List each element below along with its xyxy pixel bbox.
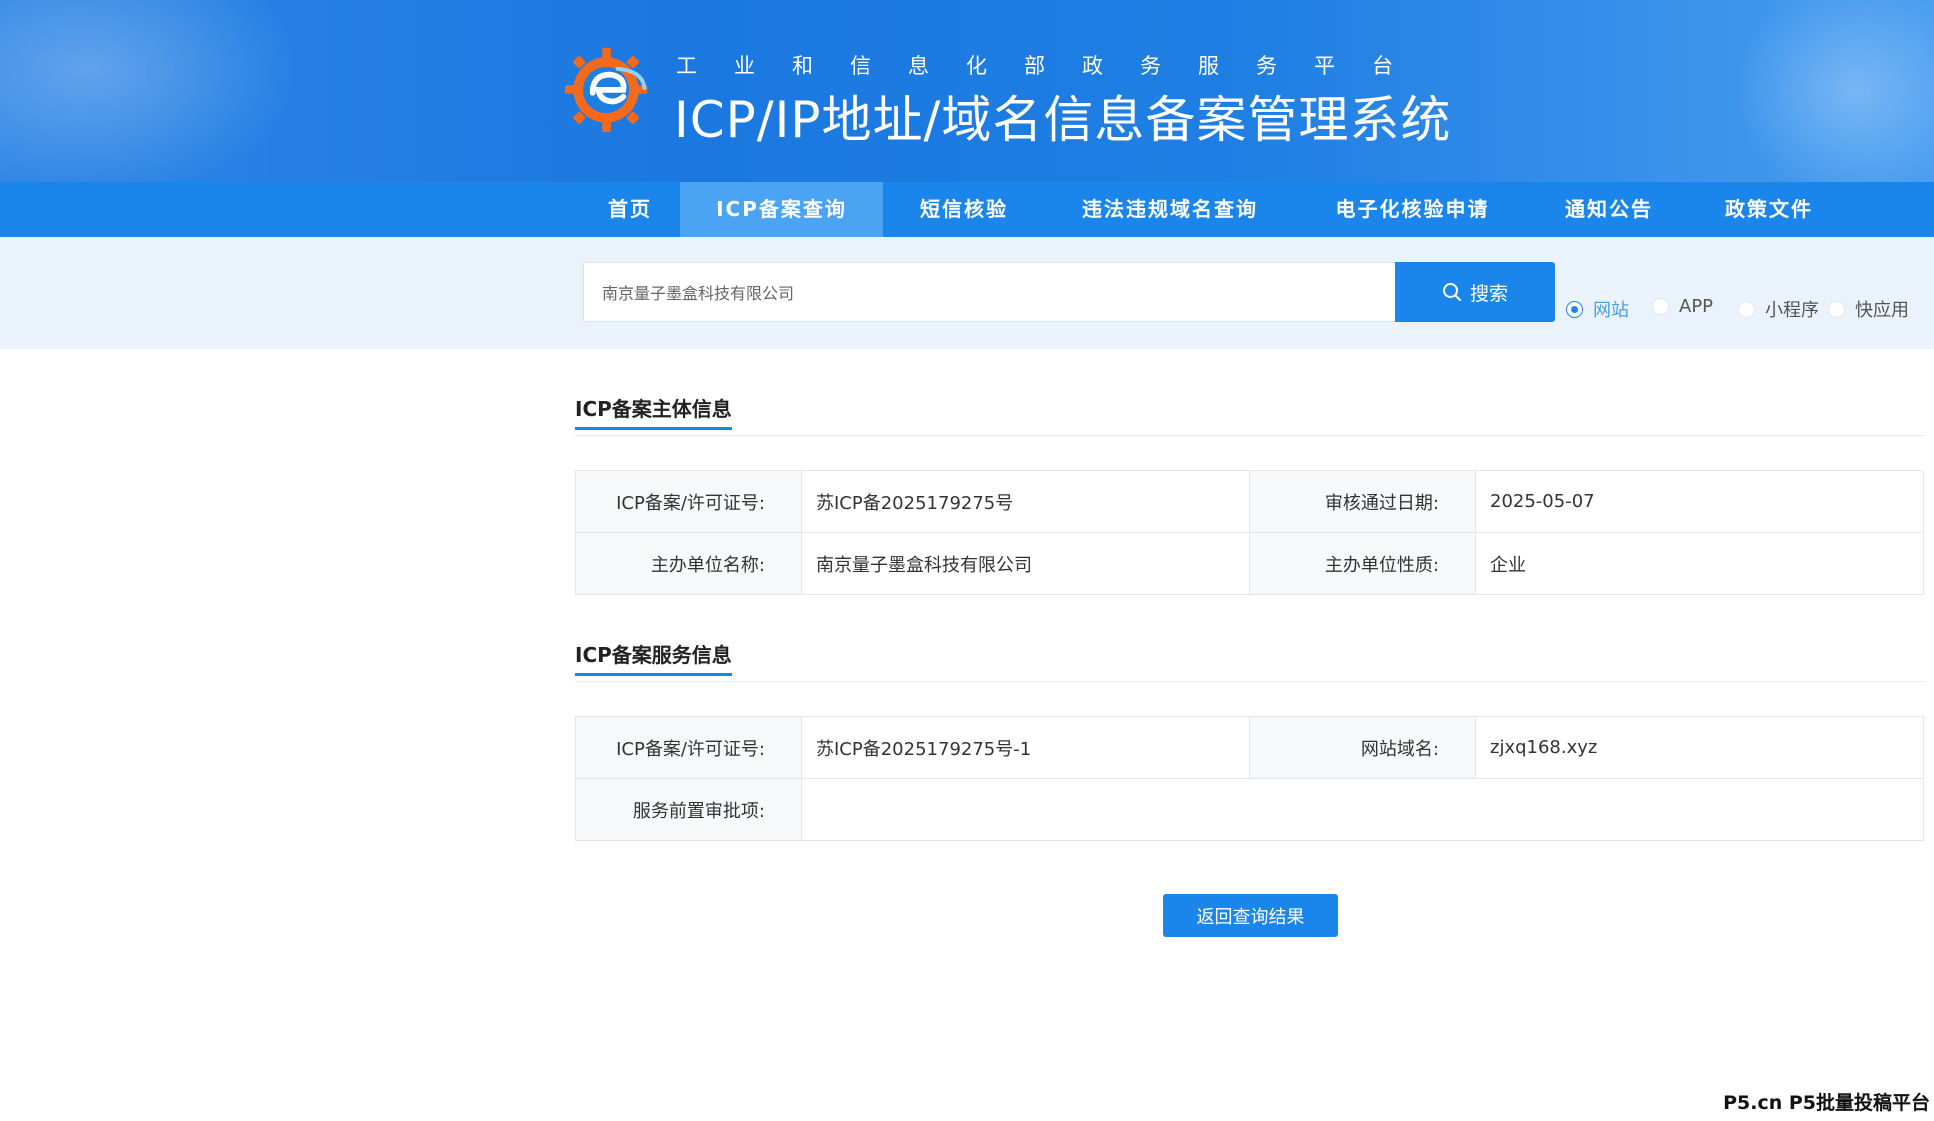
search-icon bbox=[1442, 283, 1461, 301]
radio-website[interactable]: 网站 bbox=[1566, 296, 1629, 322]
sponsor-name-label: 主办单位名称: bbox=[575, 532, 802, 595]
radio-label: 小程序 bbox=[1765, 300, 1819, 321]
nav-home[interactable]: 首页 bbox=[580, 182, 680, 237]
gear-e-logo-icon bbox=[564, 47, 648, 133]
domain-value: zjxq168.xyz bbox=[1475, 716, 1924, 779]
main-nav: 首页 ICP备案查询 短信核验 违法违规域名查询 电子化核验申请 通知公告 政策… bbox=[0, 182, 1934, 237]
header-subtitle: 工业和信息化部政务服务平台 bbox=[676, 54, 1430, 78]
radio-label: 快应用 bbox=[1855, 300, 1909, 321]
search-input[interactable] bbox=[583, 262, 1395, 322]
license-value: 苏ICP备2025179275号 bbox=[801, 470, 1250, 533]
approval-date-label: 审核通过日期: bbox=[1249, 470, 1476, 533]
table-row: ICP备案/许可证号: 苏ICP备2025179275号 审核通过日期: 202… bbox=[575, 470, 1924, 533]
domain-label: 网站域名: bbox=[1249, 716, 1476, 779]
radio-dot-icon bbox=[1652, 298, 1669, 315]
sponsor-type-label: 主办单位性质: bbox=[1249, 532, 1476, 595]
radio-label: 网站 bbox=[1593, 300, 1629, 321]
subject-info-table: ICP备案/许可证号: 苏ICP备2025179275号 审核通过日期: 202… bbox=[575, 470, 1924, 595]
nav-sms-verify[interactable]: 短信核验 bbox=[900, 182, 1028, 237]
table-row: 主办单位名称: 南京量子墨盒科技有限公司 主办单位性质: 企业 bbox=[575, 532, 1924, 595]
radio-app[interactable]: APP bbox=[1652, 296, 1713, 317]
service-license-label: ICP备案/许可证号: bbox=[575, 716, 802, 779]
section-underline bbox=[575, 427, 732, 430]
pre-approval-value bbox=[801, 778, 1924, 841]
license-label: ICP备案/许可证号: bbox=[575, 470, 802, 533]
service-info-title-text: ICP备案服务信息 bbox=[575, 643, 732, 667]
pre-approval-label: 服务前置审批项: bbox=[575, 778, 802, 841]
search-button-label: 搜索 bbox=[1469, 283, 1508, 305]
radio-dot-icon bbox=[1738, 300, 1755, 318]
system-title: ICP/IP地址/域名信息备案管理系统 bbox=[674, 91, 1452, 149]
radio-label: APP bbox=[1679, 296, 1714, 317]
subject-info-title-text: ICP备案主体信息 bbox=[575, 397, 732, 421]
header-glow-left bbox=[0, 0, 300, 182]
sponsor-type-value: 企业 bbox=[1475, 532, 1924, 595]
service-license-value: 苏ICP备2025179275号-1 bbox=[801, 716, 1250, 779]
nav-notices[interactable]: 通知公告 bbox=[1545, 182, 1673, 237]
nav-illegal-domain-query[interactable]: 违法违规域名查询 bbox=[1060, 182, 1280, 237]
table-row: ICP备案/许可证号: 苏ICP备2025179275号-1 网站域名: zjx… bbox=[575, 716, 1924, 779]
nav-policy-files[interactable]: 政策文件 bbox=[1705, 182, 1833, 237]
radio-dot-icon bbox=[1828, 300, 1845, 318]
service-info-table: ICP备案/许可证号: 苏ICP备2025179275号-1 网站域名: zjx… bbox=[575, 716, 1924, 841]
section-underline bbox=[575, 673, 732, 676]
return-results-button[interactable]: 返回查询结果 bbox=[1163, 894, 1338, 937]
sponsor-name-value: 南京量子墨盒科技有限公司 bbox=[801, 532, 1250, 595]
radio-dot-icon bbox=[1566, 300, 1583, 318]
table-row: 服务前置审批项: bbox=[575, 778, 1924, 841]
header-banner: 工业和信息化部政务服务平台 ICP/IP地址/域名信息备案管理系统 bbox=[0, 0, 1934, 182]
section-divider bbox=[575, 681, 1924, 682]
radio-quick-app[interactable]: 快应用 bbox=[1828, 296, 1909, 322]
header-glow-right bbox=[1734, 0, 1934, 182]
search-button[interactable]: 搜索 bbox=[1395, 262, 1555, 322]
radio-mini-program[interactable]: 小程序 bbox=[1738, 296, 1819, 322]
section-divider bbox=[575, 435, 1924, 436]
service-info-title: ICP备案服务信息 bbox=[575, 639, 732, 676]
nav-e-verify-apply[interactable]: 电子化核验申请 bbox=[1310, 182, 1515, 237]
watermark-text: P5.cn P5批量投稿平台 bbox=[1723, 1092, 1930, 1114]
nav-icp-query[interactable]: ICP备案查询 bbox=[680, 182, 883, 237]
approval-date-value: 2025-05-07 bbox=[1475, 470, 1924, 533]
subject-info-title: ICP备案主体信息 bbox=[575, 393, 732, 430]
